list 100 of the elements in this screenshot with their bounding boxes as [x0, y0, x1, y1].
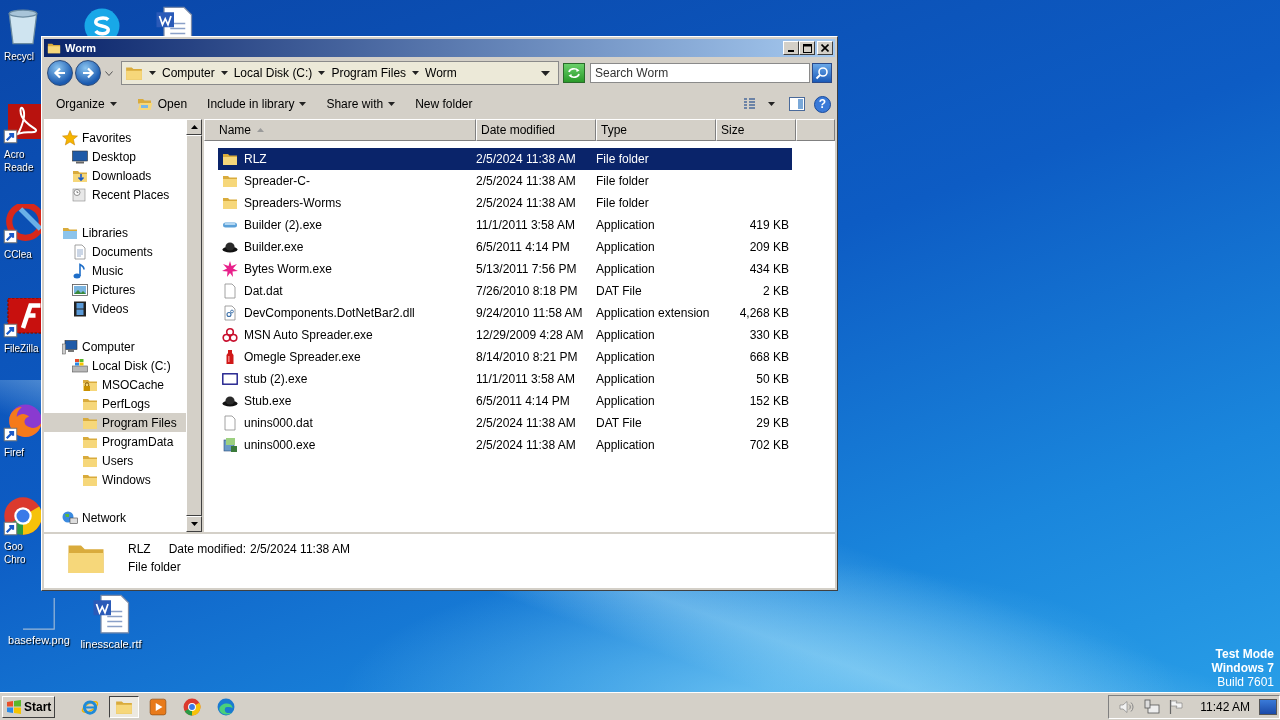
flag-icon[interactable]	[1169, 698, 1184, 715]
column-header[interactable]: Date modified	[476, 119, 596, 141]
file-name: Spreader-C-	[244, 174, 311, 188]
nav-item[interactable]: Documents	[44, 242, 186, 261]
file-row[interactable]: unins000.dat 2/5/2024 11:38 AM DAT File 29 KB	[218, 412, 792, 434]
file-row[interactable]: Bytes Worm.exe 5/13/2011 7:56 PM Application 434 KB	[218, 258, 792, 280]
file-row[interactable]: Builder.exe 6/5/2011 4:14 PM Application 209 KB	[218, 236, 792, 258]
toolbar-button[interactable]: Include in library	[201, 94, 313, 114]
desktop-icon-label[interactable]: linesscale.rtf	[76, 638, 146, 651]
size-cell: 209 KB	[749, 240, 789, 254]
desktop-icon-label[interactable]: Firef	[4, 446, 41, 459]
file-row[interactable]: Stub.exe 6/5/2011 4:14 PM Application 152 KB	[218, 390, 792, 412]
file-row[interactable]: Builder (2).exe 11/1/2011 3:58 AM Application 419 KB	[218, 214, 792, 236]
scrollbar[interactable]	[186, 119, 202, 532]
nav-item[interactable]: Desktop	[44, 147, 186, 166]
toolbar-button[interactable]: Share with	[320, 94, 402, 114]
caret-icon	[109, 102, 117, 106]
refresh-button[interactable]	[563, 63, 585, 83]
nav-item[interactable]: Local Disk (C:)	[44, 356, 186, 375]
help-button[interactable]: ?	[814, 95, 831, 113]
monitor-icon	[72, 148, 88, 165]
search-icon	[815, 66, 829, 80]
forward-button[interactable]	[75, 60, 101, 86]
file-row[interactable]: RLZ 2/5/2024 11:38 AM File folder	[218, 148, 792, 170]
search-field[interactable]: Search Worm	[590, 63, 810, 83]
file-row[interactable]: Dat.dat 7/26/2010 8:18 PM DAT File 2 KB	[218, 280, 792, 302]
file-row[interactable]: stub (2).exe 11/1/2011 3:58 AM Application 50 KB	[218, 368, 792, 390]
file-name: stub (2).exe	[244, 372, 308, 386]
taskbar-app[interactable]	[109, 695, 140, 718]
folder-icon	[47, 41, 61, 55]
caret-icon[interactable]	[318, 71, 326, 75]
caret-icon[interactable]	[149, 71, 156, 75]
caret-icon	[299, 102, 307, 106]
breadcrumb[interactable]: Worm	[425, 66, 457, 80]
nav-item[interactable]: Downloads	[44, 166, 186, 185]
nav-item[interactable]: Windows	[44, 470, 186, 489]
desktop-icon-label[interactable]: Acro Reade	[4, 148, 41, 174]
show-desktop-button[interactable]	[1259, 698, 1277, 715]
toolbar-button[interactable]: New folder	[409, 94, 479, 114]
caret-icon[interactable]	[220, 71, 228, 75]
document-icon	[91, 594, 131, 634]
nav-item[interactable]: PerfLogs	[44, 394, 186, 413]
film-icon	[72, 300, 88, 317]
file-row[interactable]: Spreaders-Worms 2/5/2024 11:38 AM File folder	[218, 192, 792, 214]
maximize-button[interactable]	[799, 41, 815, 55]
file-row[interactable]: Spreader-C- 2/5/2024 11:38 AM File folder	[218, 170, 792, 192]
nav-item[interactable]: Videos	[44, 299, 186, 318]
nav-item[interactable]: ProgramData	[44, 432, 186, 451]
start-button[interactable]: Start	[2, 695, 56, 718]
desktop-icon-label[interactable]: Goo Chro	[4, 540, 41, 566]
desktop-icon-label[interactable]: basefew.png	[4, 634, 74, 647]
type-cell-text: Application	[596, 240, 656, 254]
minimize-button[interactable]	[783, 41, 799, 55]
edition-text: Windows 7	[1211, 661, 1274, 675]
address-bar[interactable]: Computer Local Disk (C:) Program Files Worm	[121, 61, 559, 85]
desktop-icon-label[interactable]: Recycl	[4, 50, 41, 63]
scroll-down-icon[interactable]	[190, 522, 198, 526]
breadcrumb[interactable]: Program Files	[331, 66, 407, 80]
type-cell-text: Application	[596, 438, 656, 452]
toolbar-button[interactable]: Organize	[50, 94, 123, 114]
network-icon[interactable]	[1144, 698, 1161, 715]
scroll-up-icon[interactable]	[190, 125, 198, 129]
window-icon	[222, 371, 238, 387]
size-cell: 330 KB	[749, 328, 789, 342]
nav-item[interactable]: Pictures	[44, 280, 186, 299]
breadcrumb[interactable]: Local Disk (C:)	[233, 66, 313, 80]
document-icon	[222, 283, 238, 299]
splat-icon	[222, 261, 238, 277]
nav-item[interactable]: Music	[44, 261, 186, 280]
date-cell-text: 11/1/2011 3:58 AM	[476, 218, 576, 232]
nav-item[interactable]: Libraries	[44, 223, 186, 242]
nav-item[interactable]: Program Files	[44, 413, 186, 432]
window-title: Worm	[65, 42, 96, 54]
column-header[interactable]: Size	[716, 119, 796, 141]
file-row[interactable]: MSN Auto Spreader.exe 12/29/2009 4:28 AM Application 330 KB	[218, 324, 792, 346]
file-row[interactable]: unins000.exe 2/5/2024 11:38 AM Application 702 KB	[218, 434, 792, 456]
nav-item[interactable]: Users	[44, 451, 186, 470]
close-button[interactable]	[817, 41, 833, 55]
folder-icon	[222, 195, 238, 211]
nav-item[interactable]: Computer	[44, 337, 186, 356]
column-header[interactable]: Name	[204, 119, 476, 141]
caret-icon[interactable]	[541, 70, 550, 76]
nav-item[interactable]: MSOCache	[44, 375, 186, 394]
back-button[interactable]	[47, 60, 73, 86]
file-row[interactable]: Omegle Spreader.exe 8/14/2010 8:21 PM Application 668 KB	[218, 346, 792, 368]
nav-item[interactable]: Favorites	[44, 128, 186, 147]
caret-icon[interactable]	[412, 71, 420, 75]
date-label: Date modified:	[168, 542, 247, 556]
toolbar-button[interactable]: Open	[130, 93, 194, 115]
file-name: Builder (2).exe	[244, 218, 323, 232]
clock[interactable]: 11:42 AM	[1200, 699, 1250, 714]
nav-item[interactable]: Recent Places	[44, 185, 186, 204]
column-header[interactable]: Type	[596, 119, 716, 141]
search-button[interactable]	[812, 63, 832, 83]
nav-item[interactable]: Network	[44, 508, 186, 527]
breadcrumb[interactable]: Computer	[162, 66, 215, 80]
desktop-icon-label[interactable]: CClea	[4, 248, 41, 261]
document-icon	[72, 243, 88, 260]
desktop-icon-label[interactable]: FileZilla	[4, 342, 41, 355]
file-row[interactable]: DevComponents.DotNetBar2.dll 9/24/2010 11:58 AM Application extension 4,268 KB	[218, 302, 792, 324]
